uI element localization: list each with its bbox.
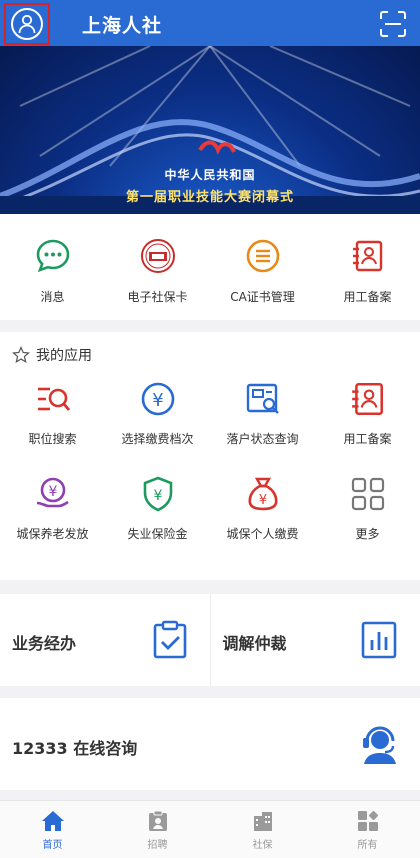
pension-icon: ¥ (36, 477, 69, 508)
money-bag-icon: ¥ (248, 477, 277, 511)
scan-icon[interactable] (380, 11, 406, 37)
tab-label: 招聘 (147, 840, 168, 851)
building-icon (253, 812, 272, 831)
quick-item-label: 用工备案 (343, 290, 392, 304)
app-employment-record[interactable]: 用工备案 (315, 380, 420, 447)
service-cards: 业务经办 调解仲裁 (0, 594, 420, 686)
app-label: 用工备案 (343, 432, 392, 446)
certificate-icon (246, 239, 279, 273)
tab-all[interactable]: 所有 (315, 801, 420, 858)
quick-item-label: CA证书管理 (230, 290, 295, 304)
app-label: 城保个人缴费 (226, 527, 299, 541)
my-apps-header: 我的应用 (12, 345, 92, 365)
quick-item-social-card[interactable]: 电子社保卡 (105, 214, 210, 320)
app-more[interactable]: 更多 (315, 475, 420, 542)
more-grid-icon (351, 477, 384, 511)
headset-icon (363, 726, 396, 764)
star-icon (12, 346, 30, 364)
tab-label: 首页 (42, 840, 63, 851)
svg-text:¥: ¥ (152, 390, 163, 411)
home-icon (41, 811, 64, 831)
app-label: 选择缴费档次 (121, 432, 194, 446)
app-label: 失业保险金 (127, 527, 188, 541)
payment-level-icon: ¥ (141, 382, 174, 416)
settlement-query-icon (246, 383, 279, 414)
employment-record-icon (352, 240, 382, 272)
card-online-consult[interactable]: 12333 在线咨询 (0, 698, 420, 790)
my-apps-title: 我的应用 (36, 348, 92, 364)
unemployment-insurance-icon: ¥ (143, 476, 172, 512)
app-label: 职位搜索 (28, 432, 77, 446)
banner-caption-line2: 第一届职业技能大赛闭幕式 (125, 190, 294, 205)
top-bar: 上海人社 (0, 0, 420, 46)
card-business-label: 业务经办 (12, 634, 77, 653)
avatar-button[interactable] (4, 3, 50, 45)
app-pension[interactable]: ¥ 城保养老发放 (0, 475, 105, 542)
quick-item-message[interactable]: 消息 (0, 214, 105, 320)
message-icon (36, 239, 69, 273)
svg-text:¥: ¥ (258, 493, 266, 508)
all-apps-icon (357, 810, 378, 831)
tab-label: 所有 (357, 840, 378, 851)
app-payment-level[interactable]: ¥ 选择缴费档次 (105, 380, 210, 447)
svg-text:¥: ¥ (48, 484, 57, 500)
card-mediation[interactable]: 调解仲裁 (209, 594, 420, 686)
banner-carousel[interactable]: 中华人民共和国 第一届职业技能大赛闭幕式 (0, 46, 420, 214)
quick-item-label: 电子社保卡 (127, 290, 188, 304)
job-search-icon (37, 387, 70, 411)
svg-text:¥: ¥ (153, 488, 162, 504)
card-business[interactable]: 业务经办 (0, 594, 210, 686)
tab-label: 社保 (252, 840, 273, 851)
app-label: 城保养老发放 (16, 527, 89, 541)
app-unemployment-insurance[interactable]: ¥ 失业保险金 (105, 475, 210, 542)
quick-item-label: 消息 (40, 290, 65, 304)
app-title: 上海人社 (82, 15, 163, 37)
app-label: 落户状态查询 (226, 432, 299, 446)
recruit-icon (148, 810, 167, 831)
my-apps-section: 我的应用 职位搜索 ¥ 选择缴费档次 落户状态查询 用工备案 ¥ 城保养老发放 … (0, 332, 420, 580)
clipboard-check-icon (153, 620, 186, 659)
quick-actions: 消息 电子社保卡 CA证书管理 用工备案 (0, 214, 420, 320)
user-icon (11, 8, 43, 40)
tab-recruit[interactable]: 招聘 (105, 801, 210, 858)
banner-caption-line1: 中华人民共和国 (164, 168, 256, 182)
bar-chart-icon (361, 621, 397, 659)
card-mediation-label: 调解仲裁 (222, 634, 287, 653)
quick-item-employment-record[interactable]: 用工备案 (315, 214, 420, 320)
app-personal-payment[interactable]: ¥ 城保个人缴费 (210, 475, 315, 542)
app-label: 更多 (355, 527, 380, 541)
app-root: 上海人社 中华人民共和国 第一届职业技能大赛闭幕式 消息 电子社保卡 CA证书管… (0, 0, 420, 858)
quick-item-certificate[interactable]: CA证书管理 (210, 214, 315, 320)
tab-social-security[interactable]: 社保 (210, 801, 315, 858)
app-settlement-query[interactable]: 落户状态查询 (210, 380, 315, 447)
social-card-icon (140, 239, 175, 273)
consult-label: 12333 在线咨询 (12, 739, 138, 758)
my-apps-grid: 职位搜索 ¥ 选择缴费档次 落户状态查询 用工备案 ¥ 城保养老发放 ¥ 失业保… (0, 380, 420, 542)
tab-home[interactable]: 首页 (0, 801, 105, 858)
employment-record-icon (351, 382, 383, 416)
bottom-tab-bar: 首页 招聘 社保 所有 (0, 800, 420, 858)
app-job-search[interactable]: 职位搜索 (0, 380, 105, 447)
